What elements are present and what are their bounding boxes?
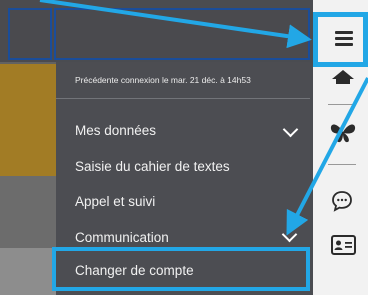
menu-item-appel-et-suivi[interactable]: Appel et suivi — [75, 194, 155, 209]
header-title-area — [54, 8, 310, 60]
hamburger-line — [335, 37, 353, 40]
menu-divider — [56, 98, 310, 99]
switch-account-button[interactable]: Changer de compte — [52, 247, 310, 291]
menu-item-cahier-de-textes[interactable]: Saisie du cahier de textes — [75, 159, 230, 174]
switch-account-label: Changer de compte — [75, 263, 194, 278]
butterfly-icon[interactable] — [329, 118, 357, 146]
contact-card-icon[interactable] — [331, 235, 356, 255]
menu-item-communication[interactable]: Communication — [75, 230, 169, 245]
background-footer — [0, 248, 56, 295]
iconbar-divider — [328, 164, 356, 165]
last-connection-text: Précédente connexion le mar. 21 déc. à 1… — [75, 75, 251, 85]
hamburger-menu-icon — [335, 31, 353, 34]
background-banner — [0, 64, 56, 176]
menu-item-mes-donnees[interactable]: Mes données — [75, 123, 156, 138]
hamburger-menu-button[interactable] — [313, 12, 368, 67]
chat-icon[interactable] — [331, 190, 353, 212]
home-icon-body[interactable] — [336, 78, 350, 84]
iconbar-divider — [328, 104, 356, 105]
hamburger-line — [335, 43, 353, 46]
header-logo-area — [8, 8, 52, 60]
